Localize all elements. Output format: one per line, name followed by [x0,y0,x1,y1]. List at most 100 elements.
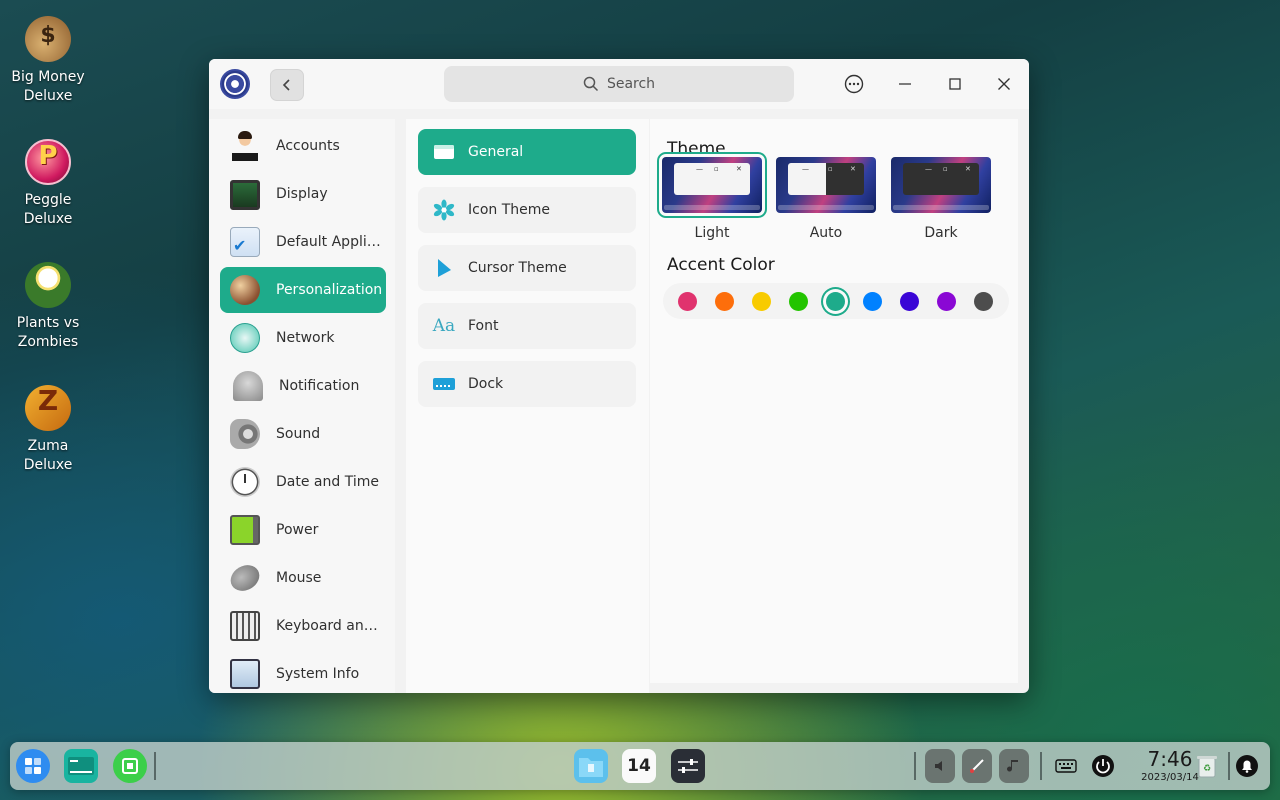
accent-color-swatch[interactable] [826,292,845,311]
theme-option-dark[interactable]: — ▫ ✕ Dark [887,157,995,241]
theme-option-auto[interactable]: — ▫ ✕ Auto [772,157,880,241]
multitasking-view-button[interactable] [64,749,98,783]
subnav-item-icon-theme[interactable]: Icon Theme [418,187,636,233]
volume-tray-button[interactable] [925,749,955,783]
sidebar-item-accounts[interactable]: Accounts [220,123,386,169]
trash-button[interactable]: ♻ [1192,749,1222,783]
music-note-tray-icon [1007,760,1018,772]
sidebar-item-label: System Info [276,666,360,682]
personalization-icon [230,275,260,305]
cursor-icon [432,256,456,280]
accounts-icon [230,131,260,161]
accent-color-swatch[interactable] [789,292,808,311]
sidebar-item-label: Power [276,522,319,538]
keyboard-layout-button[interactable] [1051,749,1081,783]
general-settings-panel: Theme — ▫ ✕ Light — ▫ ✕ Auto — ▫ ✕ Dark … [650,119,1018,683]
power-icon [1092,755,1114,777]
theme-option-label: Dark [924,225,958,241]
notification-center-button[interactable] [1232,749,1262,783]
control-center-button[interactable] [671,749,705,783]
subnav-item-general[interactable]: General [418,129,636,175]
app-store-button[interactable] [113,749,147,783]
preview-window: — ▫ ✕ [903,163,979,195]
sidebar-item-date-and-time[interactable]: Date and Time [220,459,386,505]
control-center-window: Search Accounts Display ✔ Default Applic… [209,59,1029,693]
notification-bell-icon [233,371,263,401]
more-options-button[interactable] [839,69,869,99]
screen-pen-tray-button[interactable] [962,749,992,783]
taskbar: 14 7:46 2023/03/14 ♻ [10,742,1270,790]
taskbar-separator [914,752,916,780]
preview-dock [778,205,874,210]
theme-preview-auto: — ▫ ✕ [776,157,876,213]
sidebar-item-label: Default Applic... [276,234,386,250]
sidebar-item-label: Display [276,186,328,202]
sidebar-item-personalization[interactable]: Personalization [220,267,386,313]
minimize-icon [899,83,911,85]
keyboard-icon [230,611,260,641]
desktop-icon-peggle-deluxe[interactable]: Peggle Deluxe [8,139,88,229]
accent-color-swatch[interactable] [863,292,882,311]
sidebar-item-label: Sound [276,426,321,442]
maximize-icon [949,78,961,90]
close-button[interactable] [989,69,1019,99]
accent-color-swatch[interactable] [752,292,771,311]
more-options-icon [844,74,864,94]
calendar-button[interactable]: 14 [622,749,656,783]
default-applications-icon [230,227,260,257]
sidebar-item-system-info[interactable]: System Info [220,651,386,693]
sidebar-item-label: Network [276,330,335,346]
app-store-icon [122,758,138,774]
sidebar-item-label: Mouse [276,570,322,586]
subnav-item-dock[interactable]: Dock [418,361,636,407]
sidebar-item-sound[interactable]: Sound [220,411,386,457]
sidebar-item-label: Date and Time [276,474,379,490]
maximize-button[interactable] [940,69,970,99]
battery-icon [230,515,260,545]
clock-icon [230,467,260,497]
accent-color-swatch[interactable] [678,292,697,311]
minimize-button[interactable] [890,69,920,99]
keyboard-tray-icon [1055,759,1077,773]
sidebar-item-notification[interactable]: Notification [220,363,386,409]
preview-window: — ▫ ✕ [674,163,750,195]
audio-tray-button[interactable] [999,749,1029,783]
sidebar-item-keyboard[interactable]: Keyboard and ... [220,603,386,649]
desktop-icon-label: Deluxe [23,211,73,227]
desktop-icon-big-money-deluxe[interactable]: Big Money Deluxe [8,16,88,106]
power-button[interactable] [1088,749,1118,783]
accent-color-swatch[interactable] [715,292,734,311]
sidebar-item-default-applications[interactable]: Default Applic... [220,219,386,265]
search-input[interactable]: Search [444,66,794,102]
subnav-item-font[interactable]: Aa Font [418,303,636,349]
subnav-item-label: Cursor Theme [468,260,567,276]
back-button[interactable] [270,69,304,101]
subnav-item-cursor-theme[interactable]: Cursor Theme [418,245,636,291]
desktop-icon-label: Zombies [17,334,79,350]
theme-option-light[interactable]: — ▫ ✕ Light [657,152,767,241]
speaker-icon [230,419,260,449]
desktop-icon-zuma-deluxe[interactable]: Zuma Deluxe [8,385,88,475]
sidebar-item-display[interactable]: Display [220,171,386,217]
sidebar-item-power[interactable]: Power [220,507,386,553]
sidebar-item-mouse[interactable]: Mouse [220,555,386,601]
accent-color-swatch[interactable] [937,292,956,311]
accent-color-swatch[interactable] [900,292,919,311]
desktop-icon-label: Peggle [24,192,72,208]
desktop-icon-label: Deluxe [23,88,73,104]
file-manager-button[interactable] [574,749,608,783]
desktop-icon-label: Big Money [11,69,85,85]
search-placeholder: Search [606,76,656,92]
folder-icon [579,758,603,777]
display-icon [230,180,260,210]
sidebar-item-label: Accounts [276,138,340,154]
trash-icon: ♻ [1197,756,1217,778]
desktop-icon-plants-vs-zombies[interactable]: Plants vs Zombies [8,262,88,352]
zuma-icon [25,385,71,431]
launcher-button[interactable] [16,749,50,783]
theme-heading: Theme [667,139,726,159]
calendar-day-icon: 14 [627,756,651,776]
accent-color-swatch[interactable] [974,292,993,311]
theme-option-label: Light [694,225,730,241]
sidebar-item-network[interactable]: Network [220,315,386,361]
